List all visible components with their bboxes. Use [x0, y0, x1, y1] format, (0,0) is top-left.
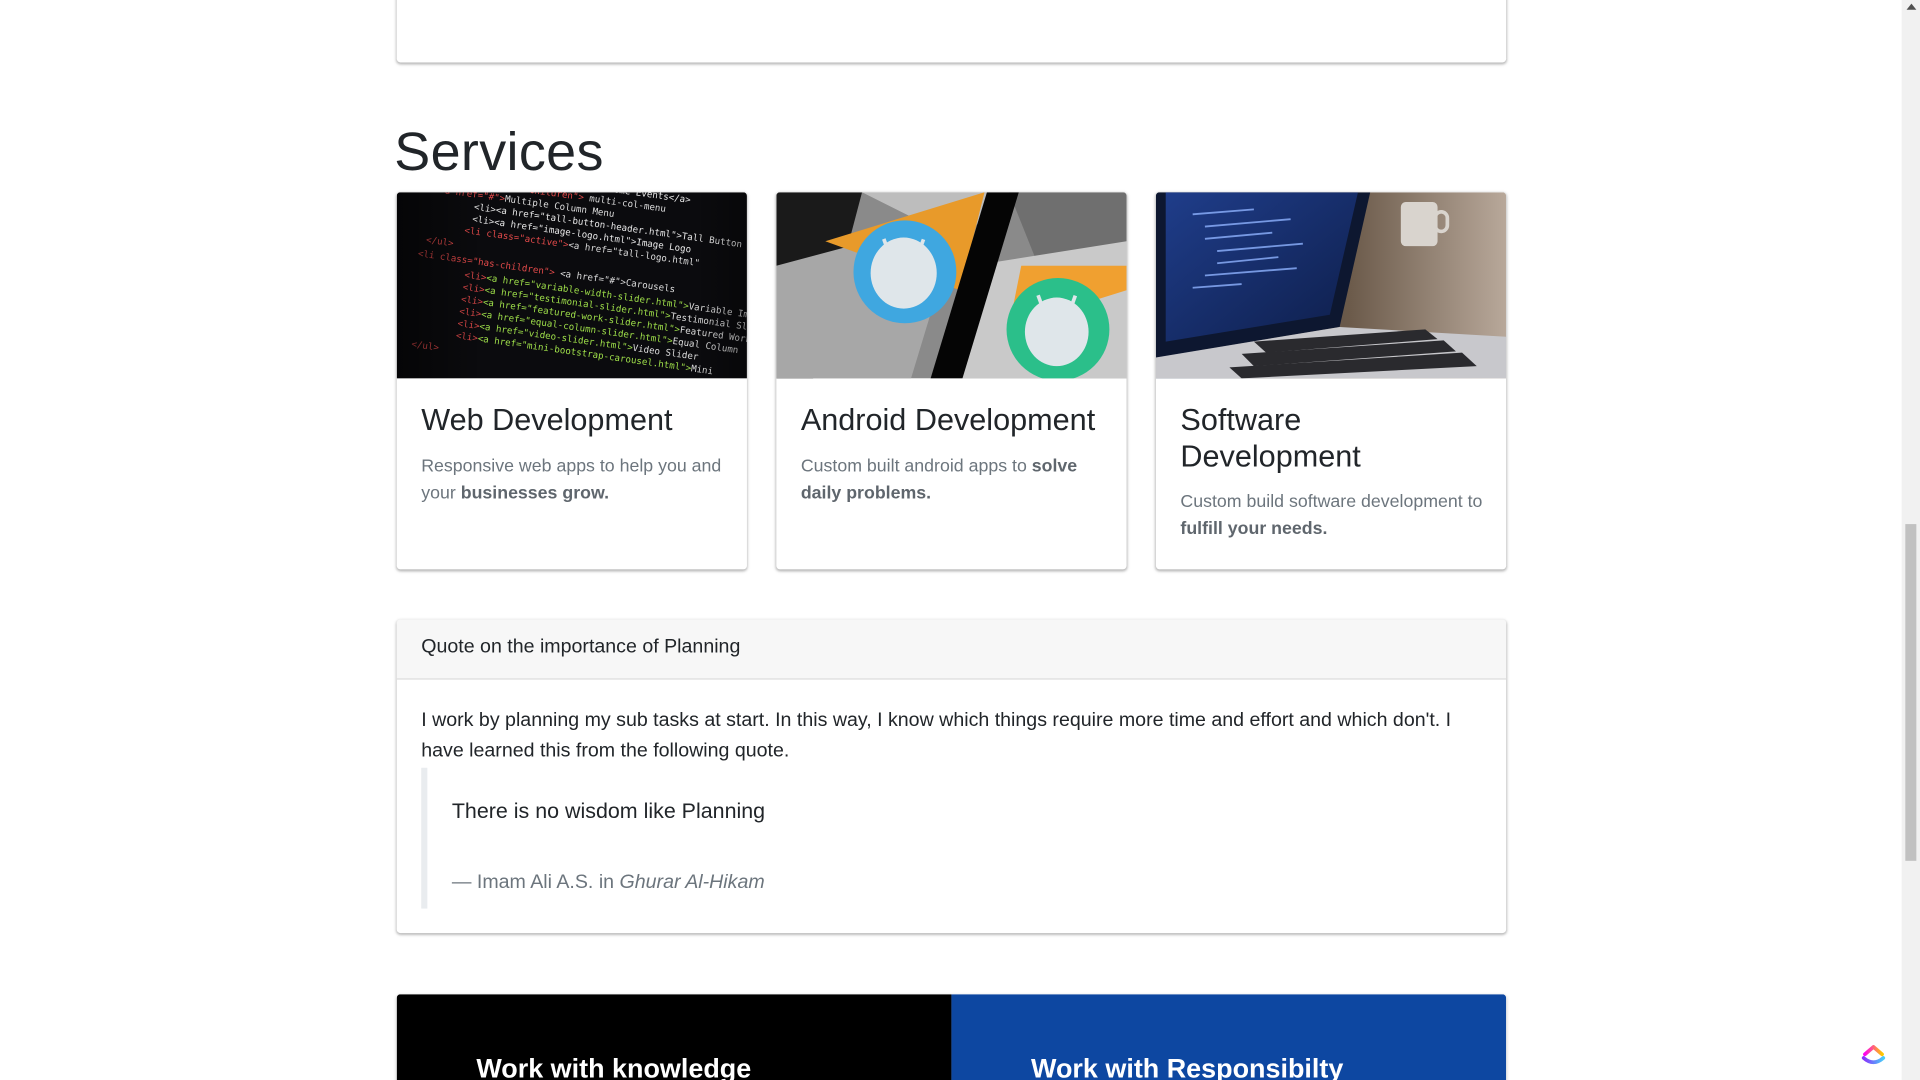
service-description: Responsive web apps to help you and your… — [421, 456, 722, 504]
laptop-image — [1155, 192, 1507, 379]
scroll-up-arrow-icon[interactable] — [1906, 3, 1917, 10]
service-description: Custom build software development to ful… — [1180, 492, 1483, 539]
work-banner: Work with knowledge Work with Responsibi… — [396, 994, 1507, 1080]
banner-knowledge-title: Work with knowledge — [476, 1053, 752, 1080]
quote-card-header: Quote on the importance of Planning — [396, 619, 1507, 680]
code-screen-image: <a href="home-events.html">Home Events</… — [396, 192, 747, 379]
blockquote-footer: — Imam Ali A.S. in Ghurar Al-Hikam — [451, 871, 765, 893]
banner-responsibility-title: Work with Responsibilty — [1031, 1053, 1344, 1080]
service-title: Android Development — [800, 402, 1096, 438]
clickup-logo-icon[interactable] — [1858, 1035, 1890, 1067]
banner-knowledge: Work with knowledge — [396, 994, 952, 1080]
quote-intro-text: I work by planning my sub tasks at start… — [421, 710, 1452, 762]
service-title: Web Development — [421, 402, 673, 438]
service-card-web-development[interactable]: <a href="home-events.html">Home Events</… — [396, 192, 747, 570]
service-title: Software Development — [1180, 402, 1361, 474]
android-image — [776, 192, 1127, 379]
planning-quote-card: Quote on the importance of Planning I wo… — [396, 619, 1507, 934]
blockquote-text: There is no wisdom like Planning — [451, 798, 766, 823]
quote-source: Ghurar Al-Hikam — [619, 871, 765, 893]
service-card-software-development[interactable]: Software Development Custom build softwa… — [1155, 192, 1507, 570]
services-heading: Services — [394, 122, 604, 183]
banner-responsibility: Work with Responsibilty — [951, 994, 1507, 1080]
service-description: Custom built android apps to solve daily… — [800, 456, 1078, 504]
blockquote: There is no wisdom like Planning — Imam … — [421, 767, 1474, 909]
page-scrollbar[interactable] — [1901, 0, 1920, 1080]
service-card-android-development[interactable]: Android Development Custom built android… — [776, 192, 1127, 570]
previous-section-card — [396, 0, 1507, 63]
scrollbar-thumb[interactable] — [1905, 524, 1917, 861]
